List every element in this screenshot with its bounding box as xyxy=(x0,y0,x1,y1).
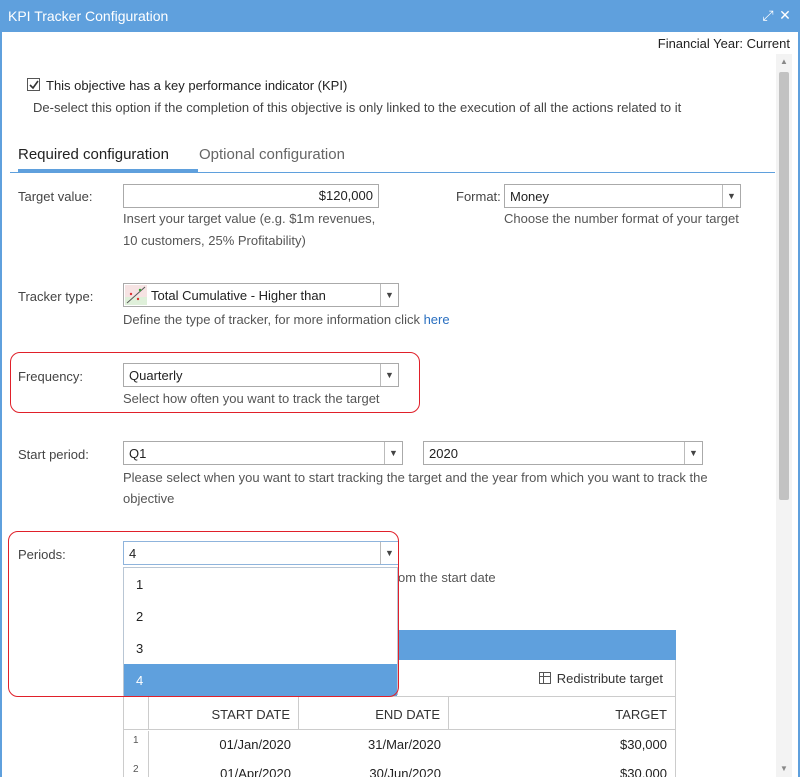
redistribute-target-label: Redistribute target xyxy=(556,671,663,686)
frequency-label: Frequency: xyxy=(18,369,84,384)
format-label: Format: xyxy=(456,189,501,204)
tab-required-configuration[interactable]: Required configuration xyxy=(18,146,169,163)
row-end-date[interactable]: 30/Jun/2020 xyxy=(299,760,449,777)
target-value-input[interactable]: $120,000 xyxy=(123,184,379,208)
tracker-type-select[interactable]: Total Cumulative - Higher than ▼ xyxy=(123,283,399,307)
chevron-down-icon[interactable]: ▼ xyxy=(380,364,398,386)
start-period-label: Start period: xyxy=(18,447,89,462)
frequency-select-value: Quarterly xyxy=(129,368,183,383)
grid-col-target[interactable]: TARGET xyxy=(449,697,675,730)
target-value-hint-1: Insert your target value (e.g. $1m reven… xyxy=(123,211,376,226)
tracker-type-hint: Define the type of tracker, for more inf… xyxy=(123,309,450,330)
chevron-down-icon[interactable]: ▼ xyxy=(722,185,740,207)
row-target[interactable]: $30,000 xyxy=(449,760,675,777)
start-period-hint-2: objective xyxy=(123,491,175,506)
format-hint: Choose the number format of your target xyxy=(504,211,739,226)
start-period-hint-1: Please select when you want to start tra… xyxy=(123,470,708,485)
start-year-select-value: 2020 xyxy=(429,446,458,461)
row-start-date[interactable]: 01/Apr/2020 xyxy=(149,760,299,777)
scroll-up-arrow-icon[interactable]: ▲ xyxy=(776,54,792,70)
active-tab-indicator xyxy=(18,169,198,172)
kpi-checkbox-label[interactable]: This objective has a key performance ind… xyxy=(46,78,347,93)
table-icon xyxy=(538,672,551,684)
close-icon[interactable]: ✕ xyxy=(777,6,793,24)
target-value-label: Target value: xyxy=(18,189,93,204)
grid-col-end-date[interactable]: END DATE xyxy=(299,697,449,730)
frequency-hint: Select how often you want to track the t… xyxy=(123,391,380,406)
vertical-scrollbar[interactable]: ▲ ▼ xyxy=(776,54,792,777)
target-value-hint-2: 10 customers, 25% Profitability) xyxy=(123,233,306,248)
grid-rownum-header xyxy=(124,697,149,730)
dialog-border-left xyxy=(0,32,2,777)
cumulative-chart-icon xyxy=(125,285,147,305)
chevron-down-icon[interactable]: ▼ xyxy=(684,442,702,464)
kpi-hint: De-select this option if the completion … xyxy=(33,100,682,115)
tracker-type-select-value: Total Cumulative - Higher than xyxy=(151,288,326,303)
frequency-select[interactable]: Quarterly ▼ xyxy=(123,363,399,387)
maximize-icon[interactable]: ⤢ xyxy=(760,6,776,24)
scroll-down-arrow-icon[interactable]: ▼ xyxy=(776,761,792,777)
grid-header-bar xyxy=(398,630,676,660)
tracker-type-hint-text: Define the type of tracker, for more inf… xyxy=(123,312,424,327)
kpi-checkbox[interactable] xyxy=(27,78,41,92)
tracker-type-help-link[interactable]: here xyxy=(424,312,450,327)
periods-grid: START DATE END DATE TARGET 1 01/Jan/2020… xyxy=(123,696,676,777)
format-select-value: Money xyxy=(510,189,550,204)
chevron-down-icon[interactable]: ▼ xyxy=(384,442,402,464)
row-start-date[interactable]: 01/Jan/2020 xyxy=(149,731,299,760)
start-period-select-value: Q1 xyxy=(129,446,147,461)
periods-hint-partial: om the start date xyxy=(398,570,496,585)
row-number: 1 xyxy=(124,731,149,760)
tab-optional-configuration[interactable]: Optional configuration xyxy=(199,146,345,163)
financial-year-label: Financial Year: Current xyxy=(657,36,790,51)
start-period-select[interactable]: Q1 ▼ xyxy=(123,441,403,465)
row-end-date[interactable]: 31/Mar/2020 xyxy=(299,731,449,760)
dialog-titlebar: KPI Tracker Configuration ⤢ ✕ xyxy=(0,0,800,32)
redistribute-target-button[interactable]: Redistribute target xyxy=(538,671,663,686)
tracker-type-label: Tracker type: xyxy=(18,289,94,304)
format-select[interactable]: Money ▼ xyxy=(504,184,741,208)
row-target[interactable]: $30,000 xyxy=(449,731,675,760)
periods-highlight-outline xyxy=(8,531,399,697)
grid-col-start-date[interactable]: START DATE xyxy=(149,697,299,730)
row-number: 2 xyxy=(124,760,149,777)
chevron-down-icon[interactable]: ▼ xyxy=(380,284,398,306)
scroll-thumb[interactable] xyxy=(779,72,789,500)
dialog-title: KPI Tracker Configuration xyxy=(8,8,169,24)
start-year-select[interactable]: 2020 ▼ xyxy=(423,441,703,465)
config-tabs: Required configuration Optional configur… xyxy=(10,142,775,173)
